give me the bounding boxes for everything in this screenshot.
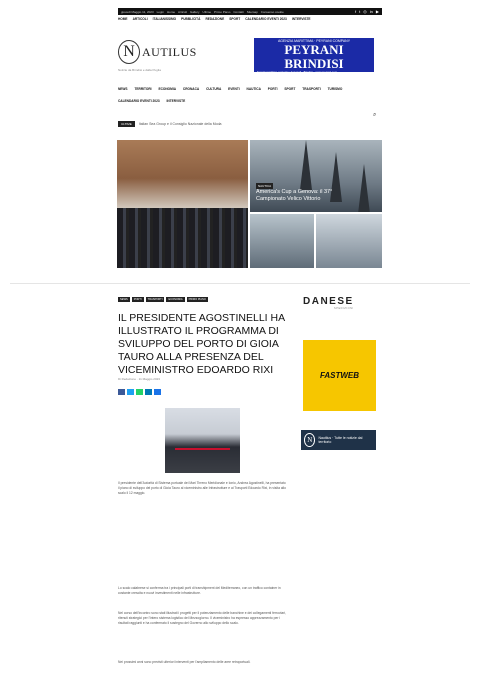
category-tag[interactable]: TRASPORTI	[145, 297, 165, 302]
category-tag[interactable]: ECONOMIA	[166, 297, 185, 302]
divider	[10, 283, 470, 284]
main-nav-item[interactable]: CRONACA	[183, 83, 199, 95]
nautilus-emblem-icon: N	[304, 433, 316, 447]
main-nav-item[interactable]: TURISMO	[328, 83, 343, 95]
top-link[interactable]: Ultime	[203, 10, 212, 14]
top-bar: giovedì Maggio 11, 2023 Login Home Artic…	[118, 8, 382, 15]
nav-item[interactable]: HOME	[118, 17, 128, 21]
twitter-icon[interactable]: t	[359, 9, 360, 14]
logo-tagline: Notizie da Brindisi e dalla Puglia	[118, 68, 161, 72]
top-link[interactable]: Login	[157, 10, 164, 14]
top-nav: HOME ARTICOLI ITALIANISSIMO PUBBLICITÀ R…	[118, 17, 382, 21]
logo-emblem-icon: N	[118, 40, 140, 64]
nav-item[interactable]: CALENDARIO EVENTI 2023	[245, 17, 287, 21]
nav-item[interactable]: SPORT	[229, 17, 240, 21]
main-nav-item[interactable]: PORTI	[268, 83, 278, 95]
logo-name: AUTILUS	[142, 44, 197, 59]
nav-item[interactable]: ARTICOLI	[133, 17, 148, 21]
linkedin-icon[interactable]: in	[370, 9, 373, 14]
main-nav: NEWS TERRITORI ECONOMIA CRONACA CULTURA …	[118, 83, 382, 107]
instagram-icon[interactable]: ◎	[363, 9, 367, 14]
hero-thumb[interactable]	[250, 214, 314, 268]
sail-shape	[358, 164, 370, 212]
main-nav-item[interactable]: NEWS	[118, 83, 128, 95]
ad-title: PEYRANI BRINDISI	[284, 42, 344, 71]
youtube-icon[interactable]: ▶	[376, 9, 379, 14]
side-banner-text: Nautilus · Tutte le notizie dal territor…	[318, 436, 363, 444]
nav-item[interactable]: REDAZIONE	[205, 17, 224, 21]
main-nav-item[interactable]: CALENDARIO EVENTI 2023	[118, 95, 160, 107]
danese-logo-text: DANESE	[303, 296, 354, 307]
hero-title[interactable]: America's Cup a Genova: il 37° Campionat…	[256, 189, 356, 202]
hero-image-sailing[interactable]: NAUTICA America's Cup a Genova: il 37° C…	[250, 140, 382, 212]
nautilus-side-banner[interactable]: N Nautilus · Tutte le notizie dal territ…	[301, 430, 376, 450]
nav-item[interactable]: ITALIANISSIMO	[153, 17, 177, 21]
sail-shape	[300, 140, 312, 190]
top-link[interactable]: Contatti	[233, 10, 243, 14]
linkedin-share-icon[interactable]	[145, 389, 152, 395]
top-link[interactable]: Primo Piano	[214, 10, 230, 14]
peyrani-ad-banner[interactable]: AGENZIA MARITTIMA · PEYRANI COMPANY PEYR…	[254, 38, 374, 74]
article-categories: NEWS PORTI TRASPORTI ECONOMIA PRIMO PIAN…	[118, 297, 208, 302]
category-tag[interactable]: PORTI	[131, 297, 144, 302]
category-tag[interactable]: NEWS	[118, 297, 130, 302]
top-links: giovedì Maggio 11, 2023 Login Home Artic…	[121, 10, 284, 14]
article-paragraph: Nei prossimi anni sono previsti ulterior…	[118, 660, 251, 664]
email-share-icon[interactable]	[154, 389, 161, 395]
search-icon[interactable]: ⌕	[373, 112, 376, 119]
main-nav-item[interactable]: EVENTI	[228, 83, 240, 95]
main-nav-item[interactable]: TERRITORI	[134, 83, 151, 95]
facebook-share-icon[interactable]	[118, 389, 125, 395]
site-logo[interactable]: N AUTILUS Notizie da Brindisi e dalla Pu…	[118, 40, 197, 72]
article-title: Il presidente Agostinelli ha illustrato …	[118, 312, 285, 377]
ad-small-text: Servizi marittimi, portuali e doganali ·…	[257, 70, 338, 74]
facebook-icon[interactable]: f	[355, 9, 356, 14]
top-link[interactable]: Consenso cookie	[261, 10, 284, 14]
ribbon-cutting	[175, 448, 230, 450]
category-tag[interactable]: PRIMO PIANO	[186, 297, 208, 302]
ticker-badge: ULTIME	[118, 121, 135, 127]
social-icons: f t ◎ in ▶	[355, 9, 379, 14]
share-buttons	[118, 389, 161, 395]
article-paragraph: Nel corso dell'incontro sono stati illus…	[118, 611, 286, 625]
article-paragraph: Lo scalo calabrese si conferma tra i pri…	[118, 586, 281, 595]
top-link[interactable]: Home	[167, 10, 175, 14]
danese-logo-sub: SPEDIZIONI	[333, 307, 354, 310]
twitter-share-icon[interactable]	[127, 389, 134, 395]
hero-image-main[interactable]	[117, 140, 248, 268]
top-link[interactable]: Sitemap	[247, 10, 258, 14]
whatsapp-share-icon[interactable]	[136, 389, 143, 395]
fastweb-logo-text: FASTWEB	[319, 371, 360, 380]
main-nav-item[interactable]: ECONOMIA	[158, 83, 176, 95]
top-link[interactable]: Gallery	[190, 10, 200, 14]
main-nav-item[interactable]: INTERVISTE	[167, 95, 186, 107]
top-link[interactable]: Articoli	[178, 10, 187, 14]
article-photo	[165, 408, 240, 473]
nav-item[interactable]: PUBBLICITÀ	[181, 17, 200, 21]
article-byline: Di Redazione · 11 Maggio 2023	[118, 377, 160, 381]
main-nav-item[interactable]: CULTURA	[206, 83, 221, 95]
fastweb-ad[interactable]: FASTWEB	[303, 340, 376, 411]
article-paragraph: Il presidente dell'Autorità di Sistema p…	[118, 481, 286, 495]
main-nav-item[interactable]: NAUTICA	[247, 83, 261, 95]
nav-item[interactable]: INTERVISTE	[292, 17, 311, 21]
top-date: giovedì Maggio 11, 2023	[121, 9, 154, 14]
news-ticker: ULTIME Italian Sea Group e il Consiglio …	[118, 121, 221, 127]
ticker-headline[interactable]: Italian Sea Group e il Consiglio Naziona…	[139, 122, 222, 126]
main-nav-item[interactable]: SPORT	[284, 83, 295, 95]
main-nav-item[interactable]: TRASPORTI	[302, 83, 320, 95]
hero-people-photo	[117, 208, 248, 268]
danese-logo[interactable]: DANESE SPEDIZIONI	[303, 296, 354, 310]
hero-thumb[interactable]	[316, 214, 382, 268]
